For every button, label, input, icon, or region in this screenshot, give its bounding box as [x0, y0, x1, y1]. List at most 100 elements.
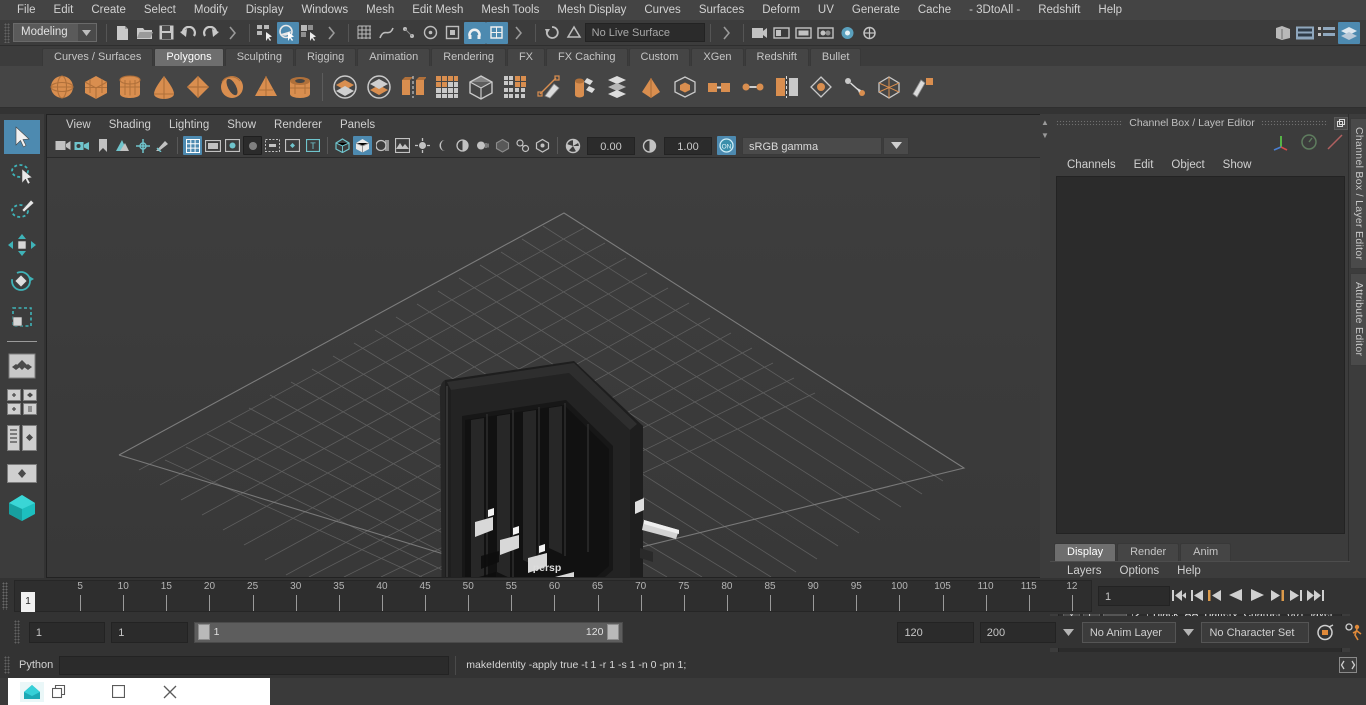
chevron-right-icon[interactable] — [321, 22, 343, 44]
snap-uv-button[interactable] — [485, 21, 508, 44]
viewport-menu-panels[interactable]: Panels — [331, 118, 384, 132]
auto-key-icon[interactable] — [1315, 622, 1336, 642]
menu-create[interactable]: Create — [82, 2, 135, 18]
channel-box-toggle-icon[interactable] — [1338, 21, 1360, 44]
menu-modify[interactable]: Modify — [185, 2, 237, 18]
target-weld-icon[interactable] — [873, 70, 905, 104]
layer-tab-render[interactable]: Render — [1117, 543, 1180, 561]
make-live-button[interactable] — [563, 22, 585, 44]
snap-grid-button[interactable] — [354, 22, 376, 44]
poly-cylinder-icon[interactable] — [114, 70, 146, 104]
menu-deform[interactable]: Deform — [753, 2, 809, 18]
chevron-down-icon[interactable] — [77, 24, 96, 41]
menu-uv[interactable]: UV — [809, 2, 843, 18]
panel-grip[interactable] — [1260, 120, 1328, 126]
menu-set-selector[interactable]: Modeling — [13, 23, 97, 42]
shelf-tab-custom[interactable]: Custom — [628, 48, 691, 66]
range-slider-left-handle[interactable] — [197, 624, 210, 640]
viewport-menu-shading[interactable]: Shading — [100, 118, 160, 132]
wedge-icon[interactable] — [703, 70, 735, 104]
single-pane-layout[interactable] — [4, 349, 40, 383]
poly-cube-icon[interactable] — [80, 70, 112, 104]
channel-box-menu-edit[interactable]: Edit — [1125, 158, 1163, 172]
xray-joints-icon[interactable] — [513, 136, 532, 155]
channel-box-menu-show[interactable]: Show — [1214, 158, 1261, 172]
two-d-pan-zoom-icon[interactable] — [133, 136, 152, 155]
detach-icon[interactable] — [805, 70, 837, 104]
render-globals-button[interactable] — [859, 22, 881, 44]
grease-pencil-icon[interactable] — [153, 136, 172, 155]
anim-layer-chevron-down-icon[interactable] — [1062, 622, 1076, 642]
viewport-menu-renderer[interactable]: Renderer — [265, 118, 331, 132]
camera-icon[interactable] — [53, 136, 72, 155]
step-forward-frame-icon[interactable] — [1270, 585, 1284, 605]
viewport-scroll-strip[interactable]: ▲ ▼ — [1040, 114, 1050, 578]
shelf-tab-redshift[interactable]: Redshift — [744, 48, 809, 66]
select-tool[interactable] — [4, 120, 40, 154]
anim-layer-select[interactable]: No Anim Layer — [1081, 621, 1176, 643]
shadow-toggle-icon[interactable] — [243, 136, 262, 155]
smooth-shade-all-icon[interactable] — [373, 136, 392, 155]
duplicate-face-icon[interactable] — [737, 70, 769, 104]
color-space-chevron-down-icon[interactable] — [883, 136, 909, 155]
snap-view-plane-button[interactable] — [442, 22, 464, 44]
poly-plane-icon[interactable] — [182, 70, 214, 104]
chevron-right-icon[interactable] — [508, 22, 530, 44]
poly-sphere-icon[interactable] — [46, 70, 78, 104]
viewport-menu-view[interactable]: View — [57, 118, 100, 132]
smooth-shade-icon[interactable] — [353, 136, 372, 155]
menu-mesh-tools[interactable]: Mesh Tools — [472, 2, 548, 18]
render-current-frame-button[interactable] — [749, 22, 771, 44]
step-back-frame-icon[interactable] — [1208, 585, 1222, 605]
time-slider-grip[interactable] — [2, 582, 8, 610]
viewport-menu-lighting[interactable]: Lighting — [160, 118, 218, 132]
current-frame-field[interactable]: 1 — [1098, 586, 1170, 606]
step-back-key-icon[interactable] — [1190, 585, 1204, 605]
shelf-tab-fx[interactable]: FX — [506, 48, 546, 66]
extrude-icon[interactable] — [567, 70, 599, 104]
shelf-tab-animation[interactable]: Animation — [357, 48, 431, 66]
image-plane-icon[interactable] — [113, 136, 132, 155]
play-backwards-icon[interactable] — [1226, 585, 1244, 605]
four-pane-layout[interactable] — [4, 385, 40, 419]
close-window-icon[interactable] — [144, 685, 196, 699]
range-slider-right-handle[interactable] — [607, 624, 620, 640]
merge-icon[interactable] — [839, 70, 871, 104]
poly-torus-icon[interactable] — [216, 70, 248, 104]
graph-line-icon[interactable] — [1326, 133, 1344, 154]
color-space-select[interactable]: sRGB gamma — [742, 136, 882, 155]
select-by-component-button[interactable] — [299, 22, 321, 44]
save-scene-button[interactable] — [156, 22, 178, 44]
xray-active-icon[interactable] — [533, 136, 552, 155]
snap-point-button[interactable] — [398, 22, 420, 44]
snap-magnet-button[interactable] — [463, 21, 486, 44]
bookmark-icon[interactable] — [93, 136, 112, 155]
app-thumbnail-icon[interactable] — [18, 681, 46, 703]
shelf-tab-polygons[interactable]: Polygons — [154, 48, 224, 66]
menu-mesh[interactable]: Mesh — [357, 2, 403, 18]
axis-indicator-icon[interactable] — [1272, 133, 1292, 154]
step-forward-key-icon[interactable] — [1288, 585, 1302, 605]
exposure-icon[interactable] — [563, 136, 582, 155]
undock-panel-button[interactable] — [1334, 116, 1348, 130]
connect-icon[interactable] — [771, 70, 803, 104]
boolean-icon[interactable] — [465, 70, 497, 104]
scale-tool[interactable] — [4, 300, 40, 334]
persp-graph-layout[interactable] — [4, 457, 40, 491]
lasso-select-tool[interactable] — [4, 156, 40, 190]
screen-space-ao-icon[interactable] — [453, 136, 472, 155]
command-input[interactable] — [59, 655, 450, 675]
restore-window-icon[interactable] — [46, 684, 72, 699]
color-management-on-badge-icon[interactable]: ON — [717, 136, 736, 155]
paint-select-tool[interactable] — [4, 192, 40, 226]
speedometer-icon[interactable] — [1300, 133, 1318, 154]
side-tab-attribute-editor[interactable]: Attribute Editor — [1350, 273, 1366, 366]
scroll-down-icon[interactable]: ▼ — [1040, 131, 1050, 140]
shelf-tab-curves-surfaces[interactable]: Curves / Surfaces — [42, 48, 154, 66]
status-line-grip[interactable] — [4, 22, 10, 43]
multicut-icon[interactable] — [533, 70, 565, 104]
shelf-tab-xgen[interactable]: XGen — [691, 48, 744, 66]
text-toggle-icon[interactable]: T — [303, 136, 322, 155]
separate-icon[interactable] — [363, 70, 395, 104]
render-settings-button[interactable] — [793, 22, 815, 44]
